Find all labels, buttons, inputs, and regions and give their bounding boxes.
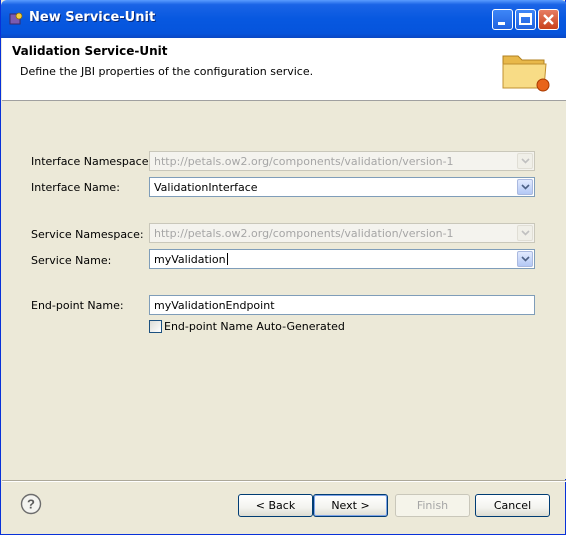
endpoint-name-field[interactable]: myValidationEndpoint: [149, 295, 535, 315]
service-name-label: Service Name:: [31, 254, 112, 267]
app-icon: [8, 11, 24, 27]
service-namespace-value: http://petals.ow2.org/components/validat…: [154, 227, 454, 240]
interface-namespace-label: Interface Namespace:: [31, 155, 153, 168]
endpoint-name-value[interactable]: myValidationEndpoint: [154, 299, 514, 312]
page-title: Validation Service-Unit: [12, 44, 168, 58]
wizard-header: Validation Service-Unit Define the JBI p…: [2, 38, 566, 101]
endpoint-autogen-checkbox[interactable]: [149, 320, 162, 333]
interface-name-combo[interactable]: ValidationInterface: [149, 177, 535, 197]
endpoint-name-label: End-point Name:: [31, 299, 124, 312]
minimize-button[interactable]: [492, 9, 513, 30]
footer-divider: [2, 480, 566, 482]
service-name-value[interactable]: myValidation: [154, 253, 226, 266]
back-button[interactable]: < Back: [238, 494, 313, 517]
service-namespace-combo: http://petals.ow2.org/components/validat…: [149, 223, 535, 243]
window-title: New Service-Unit: [29, 10, 156, 25]
interface-namespace-combo: http://petals.ow2.org/components/validat…: [149, 151, 535, 171]
service-name-combo[interactable]: myValidation: [149, 249, 535, 269]
help-icon[interactable]: ?: [20, 493, 42, 515]
maximize-button[interactable]: [515, 9, 536, 30]
interface-namespace-value: http://petals.ow2.org/components/validat…: [154, 155, 454, 168]
text-caret: [226, 253, 228, 265]
finish-button: Finish: [395, 494, 470, 517]
endpoint-autogen-label[interactable]: End-point Name Auto-Generated: [164, 320, 345, 333]
page-description: Define the JBI properties of the configu…: [20, 65, 314, 78]
dialog-window: New Service-Unit Validation Service-Unit…: [0, 0, 566, 535]
chevron-down-icon[interactable]: [517, 251, 533, 267]
service-name-value-wrap[interactable]: myValidation: [154, 253, 514, 266]
title-bar[interactable]: New Service-Unit: [1, 0, 566, 38]
close-button[interactable]: [538, 9, 559, 30]
interface-name-value[interactable]: ValidationInterface: [154, 181, 514, 194]
svg-text:?: ?: [27, 497, 35, 512]
next-button[interactable]: Next >: [313, 494, 388, 517]
chevron-down-icon: [517, 153, 533, 169]
interface-name-label: Interface Name:: [31, 181, 120, 194]
cancel-button[interactable]: Cancel: [475, 494, 550, 517]
chevron-down-icon[interactable]: [517, 179, 533, 195]
service-namespace-label: Service Namespace:: [31, 228, 144, 241]
chevron-down-icon: [517, 225, 533, 241]
folder-icon: [500, 48, 552, 94]
